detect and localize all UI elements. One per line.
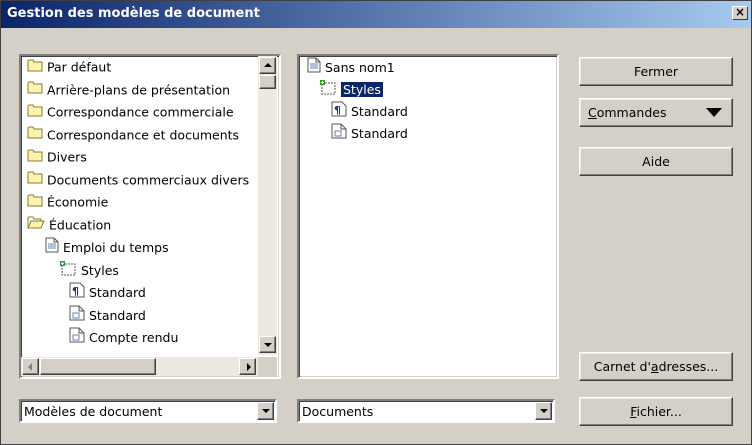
right-combo-dropdown-button[interactable] xyxy=(535,402,552,420)
tree-item[interactable]: ¶ Standard xyxy=(331,101,408,121)
tree-item[interactable]: Emploi du temps xyxy=(45,237,169,257)
arrow-down-icon xyxy=(263,342,272,347)
tree-item[interactable]: Sans nom1 xyxy=(307,57,395,77)
horizontal-scroll-thumb[interactable] xyxy=(40,358,156,375)
tree-item[interactable]: Éducation xyxy=(27,215,111,235)
paragraph-style-icon: ¶ xyxy=(69,282,85,302)
tree-item-label: Éducation xyxy=(49,217,112,232)
arrow-up-icon xyxy=(263,62,272,67)
tree-item[interactable]: Styles xyxy=(59,260,119,280)
scroll-down-button[interactable] xyxy=(259,336,276,353)
tree-item-label: Correspondance et documents xyxy=(47,127,240,142)
folder-icon xyxy=(27,193,43,213)
scroll-thumb[interactable] xyxy=(259,75,276,89)
arrow-left-icon xyxy=(27,362,32,371)
template-categories-tree[interactable]: Par défaut Arrière-plans de présentation C… xyxy=(19,54,281,379)
page-style-icon xyxy=(69,327,85,347)
document-icon xyxy=(45,237,59,257)
fermer-label: Fermer xyxy=(633,64,679,79)
close-icon: × xyxy=(734,5,746,19)
aide-label: Aide xyxy=(642,154,670,169)
folder-icon xyxy=(27,170,43,190)
tree-item-label: Styles xyxy=(340,81,383,98)
arrow-right-icon xyxy=(246,362,251,371)
tree-item[interactable]: Par défaut xyxy=(27,57,111,77)
tree-item[interactable]: Standard xyxy=(69,305,146,325)
page-style-icon xyxy=(69,305,85,325)
chevron-down-icon xyxy=(261,409,270,413)
left-category-combo[interactable]: Modèles de document xyxy=(19,399,277,423)
fichier-label: Fichier... xyxy=(630,404,682,419)
folder-open-icon xyxy=(27,215,45,235)
tree-item[interactable]: ¶ Standard xyxy=(69,282,146,302)
tree-item-label: Divers xyxy=(47,149,87,165)
scroll-left-button[interactable] xyxy=(22,358,39,375)
left-combo-dropdown-button[interactable] xyxy=(257,402,274,420)
folder-icon xyxy=(27,148,43,168)
tree-item-label: Standard xyxy=(351,104,408,119)
horizontal-scrollbar[interactable] xyxy=(21,357,258,376)
folder-icon xyxy=(27,125,43,145)
template-manager-dialog: Gestion des modèles de document × Par dé… xyxy=(0,0,752,445)
fichier-button[interactable]: Fichier... xyxy=(579,397,733,426)
paragraph-style-icon: ¶ xyxy=(331,101,347,121)
tree-item-label: Économie xyxy=(47,194,109,210)
tree-item[interactable]: Correspondance commerciale xyxy=(27,102,234,122)
vertical-scrollbar[interactable] xyxy=(258,56,277,355)
tree-item[interactable]: Standard xyxy=(331,123,408,143)
svg-text:¶: ¶ xyxy=(334,104,341,117)
tree-item-label: Standard xyxy=(351,126,408,141)
window-title: Gestion des modèles de document xyxy=(7,6,260,21)
tree-item[interactable]: Correspondance et documents xyxy=(27,125,239,145)
folder-icon xyxy=(27,58,43,78)
right-category-combo[interactable]: Documents xyxy=(297,399,555,423)
documents-tree[interactable]: Sans nom1 Styles ¶ Standard Standard xyxy=(297,54,559,379)
carnet-label: Carnet d'adresses... xyxy=(593,359,719,374)
tree-item[interactable]: Arrière-plans de présentation xyxy=(27,80,230,100)
styles-icon xyxy=(59,260,77,280)
document-icon xyxy=(307,57,321,77)
dropdown-triangle-icon xyxy=(706,108,722,117)
scroll-up-button[interactable] xyxy=(259,57,276,74)
title-bar[interactable]: Gestion des modèles de document × xyxy=(1,1,751,28)
tree-item-label: Styles xyxy=(81,262,119,278)
tree-item-label: Documents commerciaux divers xyxy=(47,172,250,187)
carnet-adresses-button[interactable]: Carnet d'adresses... xyxy=(579,352,733,381)
tree-item[interactable]: Styles xyxy=(319,79,383,99)
chevron-down-icon xyxy=(539,409,548,413)
tree-item-label: Sans nom1 xyxy=(325,60,395,75)
tree-item[interactable]: Économie xyxy=(27,192,108,212)
fermer-button[interactable]: Fermer xyxy=(579,57,733,86)
tree-item-label: Correspondance commerciale xyxy=(47,104,234,120)
tree-item[interactable]: Compte rendu xyxy=(69,327,178,347)
tree-item-label: Arrière-plans de présentation xyxy=(47,82,231,97)
tree-item-label: Emploi du temps xyxy=(63,240,169,255)
svg-text:¶: ¶ xyxy=(72,285,79,298)
scrollbar-corner xyxy=(258,357,277,376)
tree-item-label: Compte rendu xyxy=(89,330,179,345)
page-style-icon xyxy=(331,123,347,143)
aide-button[interactable]: Aide xyxy=(579,147,733,176)
styles-icon xyxy=(319,79,337,99)
tree-item[interactable]: Divers xyxy=(27,147,87,167)
close-button[interactable]: × xyxy=(732,6,748,20)
tree-item[interactable]: Documents commerciaux divers xyxy=(27,170,249,190)
scroll-right-button[interactable] xyxy=(239,358,256,375)
tree-item-label: Standard xyxy=(89,307,146,323)
folder-icon xyxy=(27,80,43,100)
tree-item-label: Par défaut xyxy=(47,59,112,75)
commandes-menu-button[interactable]: Commandes xyxy=(579,98,733,127)
left-combo-value: Modèles de document xyxy=(24,404,163,419)
commandes-label: Commandes xyxy=(588,105,667,120)
right-combo-value: Documents xyxy=(302,404,374,419)
folder-icon xyxy=(27,103,43,123)
tree-item-label: Standard xyxy=(89,285,146,300)
